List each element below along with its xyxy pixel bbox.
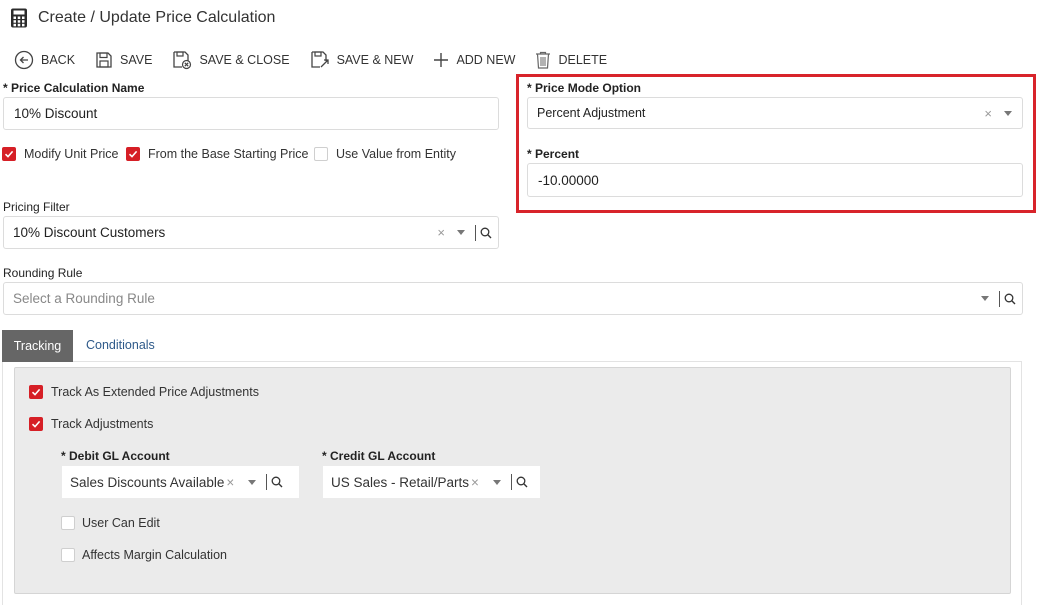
search-icon[interactable] <box>516 476 528 488</box>
trash-icon <box>535 51 551 69</box>
user-can-edit-label: User Can Edit <box>82 516 160 530</box>
chevron-down-icon[interactable] <box>457 230 465 235</box>
clear-icon[interactable]: × <box>471 475 479 490</box>
track-extended-checkbox[interactable]: Track As Extended Price Adjustments <box>29 385 259 399</box>
checkbox-checked-icon <box>2 147 16 161</box>
checkbox-empty-icon <box>314 147 328 161</box>
clear-icon[interactable]: × <box>437 225 445 240</box>
search-icon[interactable] <box>1004 293 1016 305</box>
from-base-price-label: From the Base Starting Price <box>148 147 309 161</box>
checkbox-empty-icon <box>61 516 75 530</box>
price-calc-name-label: * Price Calculation Name <box>3 81 145 95</box>
pricing-filter-select[interactable]: 10% Discount Customers × <box>3 216 499 249</box>
rounding-rule-placeholder: Select a Rounding Rule <box>13 291 155 306</box>
tab-tracking[interactable]: Tracking <box>2 330 73 362</box>
back-button[interactable]: BACK <box>14 50 75 70</box>
price-calc-name-value: 10% Discount <box>14 106 98 121</box>
rounding-rule-label: Rounding Rule <box>3 266 83 280</box>
checkbox-checked-icon <box>126 147 140 161</box>
use-value-entity-label: Use Value from Entity <box>336 147 456 161</box>
chevron-down-icon[interactable] <box>981 296 989 301</box>
search-icon[interactable] <box>271 476 283 488</box>
track-extended-label: Track As Extended Price Adjustments <box>51 385 259 399</box>
tab-divider <box>2 361 1022 362</box>
save-close-label: SAVE & CLOSE <box>199 53 290 67</box>
chevron-down-icon[interactable] <box>492 479 501 485</box>
debit-gl-select[interactable]: Sales Discounts Available × <box>62 466 299 498</box>
divider <box>510 474 512 490</box>
from-base-price-checkbox[interactable]: From the Base Starting Price <box>126 147 308 161</box>
credit-gl-select[interactable]: US Sales - Retail/Parts × <box>323 466 540 498</box>
save-close-button[interactable]: SAVE & CLOSE <box>172 50 290 70</box>
divider <box>475 224 476 241</box>
floppy-disk-icon <box>95 51 113 69</box>
search-icon[interactable] <box>480 227 492 239</box>
credit-gl-value: US Sales - Retail/Parts <box>331 474 470 490</box>
tab-conditionals[interactable]: Conditionals <box>86 338 155 352</box>
save-close-icon <box>172 50 192 70</box>
clear-icon[interactable]: × <box>226 475 234 490</box>
checkbox-checked-icon <box>29 417 43 431</box>
calculator-icon <box>10 8 28 28</box>
plus-icon <box>433 52 449 68</box>
delete-label: DELETE <box>558 53 608 67</box>
page-header: Create / Update Price Calculation <box>10 6 275 30</box>
save-label: SAVE <box>120 53 153 67</box>
checkbox-checked-icon <box>29 385 43 399</box>
chevron-down-icon[interactable] <box>248 479 257 485</box>
save-new-button[interactable]: SAVE & NEW <box>310 50 414 70</box>
checkbox-empty-icon <box>61 548 75 562</box>
track-adjustments-label: Track Adjustments <box>51 417 154 431</box>
toolbar: BACK SAVE SAVE & CLOSE SAVE & NEW ADD NE… <box>14 48 627 72</box>
save-new-label: SAVE & NEW <box>336 53 414 67</box>
delete-button[interactable]: DELETE <box>535 51 607 69</box>
back-label: BACK <box>41 53 76 67</box>
pricing-filter-label: Pricing Filter <box>3 200 70 214</box>
add-new-button[interactable]: ADD NEW <box>433 52 515 68</box>
price-calc-name-input[interactable]: 10% Discount <box>3 97 499 130</box>
save-button[interactable]: SAVE <box>95 51 152 69</box>
track-adjustments-checkbox[interactable]: Track Adjustments <box>29 417 153 431</box>
back-arrow-icon <box>14 50 34 70</box>
use-value-entity-checkbox[interactable]: Use Value from Entity <box>314 147 456 161</box>
modify-unit-price-label: Modify Unit Price <box>24 147 119 161</box>
affects-margin-checkbox[interactable]: Affects Margin Calculation <box>61 548 227 562</box>
rounding-rule-select[interactable]: Select a Rounding Rule <box>3 282 1023 315</box>
user-can-edit-checkbox[interactable]: User Can Edit <box>61 516 160 530</box>
pricing-filter-value: 10% Discount Customers <box>13 225 166 240</box>
debit-gl-label: * Debit GL Account <box>61 449 170 463</box>
modify-unit-price-checkbox[interactable]: Modify Unit Price <box>2 147 118 161</box>
debit-gl-value: Sales Discounts Available <box>70 474 225 490</box>
highlight-box <box>516 74 1036 213</box>
affects-margin-label: Affects Margin Calculation <box>82 548 227 562</box>
divider <box>999 290 1000 307</box>
add-new-label: ADD NEW <box>456 53 516 67</box>
save-new-icon <box>310 50 330 70</box>
divider <box>266 474 268 490</box>
credit-gl-label: * Credit GL Account <box>322 449 436 463</box>
page-title: Create / Update Price Calculation <box>38 9 276 26</box>
